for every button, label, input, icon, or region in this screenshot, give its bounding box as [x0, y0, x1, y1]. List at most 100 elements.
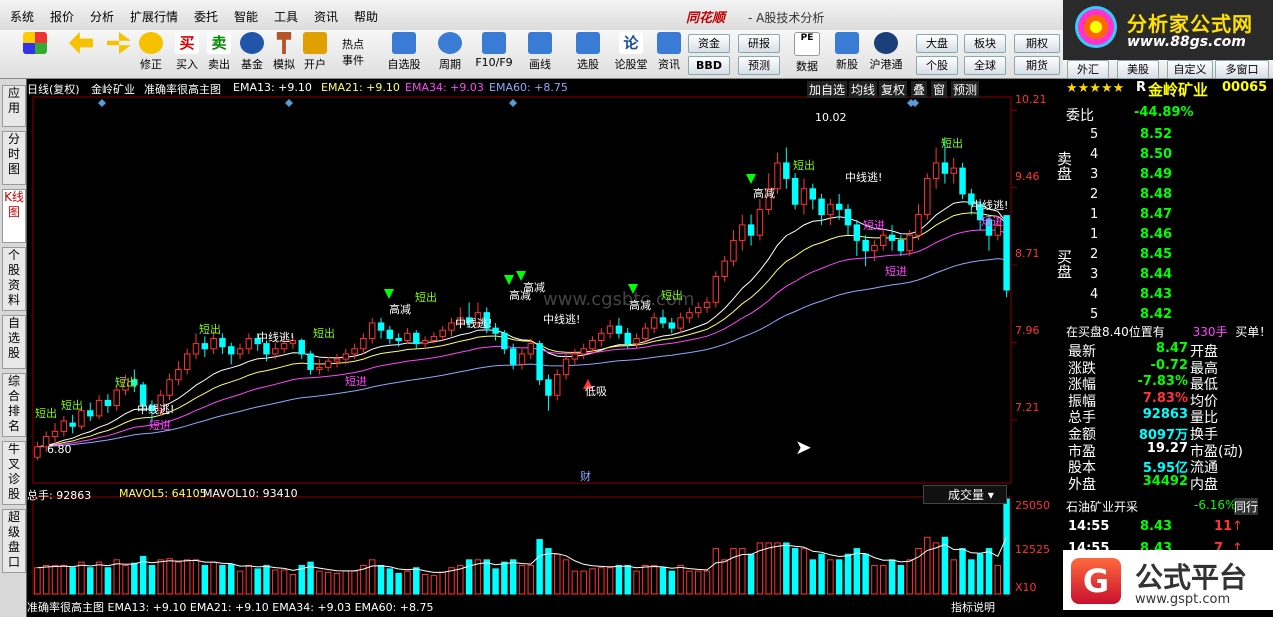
sell-level: 4 — [1090, 147, 1099, 162]
toolbar-stock-screen-button[interactable]: 选股 — [570, 32, 606, 72]
buy-level: 1 — [1090, 227, 1099, 242]
btn-index[interactable]: 大盘 — [916, 34, 958, 53]
btn-options[interactable]: 期权 — [1014, 34, 1060, 53]
toolbar-data-button[interactable]: PE 数据 — [790, 32, 824, 74]
toolbar-refresh-button[interactable]: 修正 — [136, 32, 166, 72]
candle-body — [333, 358, 341, 362]
forecast-button[interactable]: 预测 — [951, 81, 980, 98]
toolbar-forum-button[interactable]: 论论股堂 — [612, 32, 650, 72]
indicator-help-link[interactable]: 指标说明 — [951, 599, 995, 615]
buy-price: 8.42 — [1140, 307, 1173, 322]
order-note: 在买盘8.40位置有 330手 买单！ — [1066, 325, 1272, 339]
candle-body — [703, 301, 711, 308]
btn-bbd[interactable]: BBD — [688, 56, 730, 75]
down-arrow-marker — [504, 275, 514, 285]
toolbar-grid-button[interactable] — [20, 32, 50, 54]
tab-watchlist[interactable]: 自选股 — [2, 315, 26, 369]
tab-intraday[interactable]: 分时图 — [2, 131, 26, 185]
sell-price: 8.48 — [1140, 187, 1173, 202]
toolbar-sim-button[interactable]: 模拟 — [269, 32, 299, 72]
overlay-button[interactable]: 叠 — [911, 81, 928, 98]
toolbar-buy-button[interactable]: 买买入 — [172, 32, 202, 72]
toolbar-info-button[interactable]: 资讯 — [654, 32, 684, 72]
toolbar-open-account-button[interactable]: 开户 — [300, 32, 330, 72]
tab-peers[interactable]: 同行 — [1234, 498, 1259, 515]
signal-label: 短出 — [35, 407, 57, 420]
volume-bar — [368, 559, 376, 595]
signal-label: 中线逃! — [845, 171, 883, 184]
candle-body — [950, 167, 957, 174]
btn-forecast[interactable]: 预测 — [738, 56, 780, 75]
tab-stock-profile[interactable]: 个股资料 — [2, 247, 26, 311]
toolbar-ipo-button[interactable]: 新股 — [832, 32, 862, 72]
buy-price: 8.46 — [1140, 227, 1173, 242]
chart-period: 日线(复权) — [27, 83, 80, 96]
menu-smart[interactable]: 智能 — [234, 8, 258, 25]
menu-ext-quote[interactable]: 扩展行情 — [130, 8, 178, 25]
sector-name[interactable]: 石油矿业开采 — [1066, 498, 1138, 515]
volume-total: 总手: 92863 — [27, 489, 92, 502]
menu-system[interactable]: 系统 — [10, 8, 34, 25]
btn-us-stocks[interactable]: 美股 — [1117, 60, 1159, 79]
tab-diagnosis[interactable]: 牛叉诊股 — [2, 441, 26, 505]
btn-custom[interactable]: 自定义 — [1167, 60, 1213, 79]
tab-ranking[interactable]: 综合排名 — [2, 373, 26, 437]
tick-price: 8.43 — [1140, 519, 1173, 534]
kline-chart-svg — [32, 96, 1017, 595]
window-button[interactable]: 窗 — [931, 81, 948, 98]
volume-bar — [606, 567, 614, 595]
volume-bar — [580, 570, 587, 595]
ma-button[interactable]: 均线 — [849, 81, 878, 98]
vol-axis-2: 12525 — [1015, 543, 1050, 556]
toolbar-f10-button[interactable]: F10/F9 — [474, 32, 514, 69]
toolbar-period-button[interactable]: 周期 — [432, 32, 468, 72]
btn-global[interactable]: 全球 — [964, 56, 1006, 75]
btn-stock[interactable]: 个股 — [916, 56, 958, 75]
vol-axis-3: X10 — [1015, 581, 1037, 594]
candle-body — [880, 234, 887, 247]
sell-level: 1 — [1090, 207, 1099, 222]
menu-entrust[interactable]: 委托 — [194, 8, 218, 25]
sell-price: 8.52 — [1140, 127, 1173, 142]
btn-research[interactable]: 研报 — [738, 34, 780, 53]
toolbar-draw-button[interactable]: 画线 — [522, 32, 558, 72]
candle-body — [589, 340, 596, 350]
candle-body — [1003, 215, 1010, 291]
volume-bar — [421, 573, 429, 595]
volume-bar — [430, 575, 438, 595]
adjust-button[interactable]: 复权 — [879, 81, 908, 98]
volume-bar — [880, 564, 887, 595]
menu-tools[interactable]: 工具 — [274, 8, 298, 25]
volume-bar — [175, 561, 182, 595]
volume-bar — [545, 548, 552, 595]
btn-sector[interactable]: 板块 — [964, 34, 1006, 53]
btn-funds[interactable]: 资金 — [688, 34, 730, 53]
toolbar-back-button[interactable] — [66, 32, 96, 54]
doc-icon — [482, 32, 506, 54]
indicator-select[interactable]: 成交量 ▾ — [923, 485, 1007, 504]
volume-bar — [465, 559, 473, 595]
sell-side-label: 卖盘 — [1055, 151, 1073, 181]
menu-help[interactable]: 帮助 — [354, 8, 378, 25]
menu-quote[interactable]: 报价 — [50, 8, 74, 25]
toolbar-hk-connect-button[interactable]: 沪港通 — [866, 32, 906, 72]
volume-bar — [483, 559, 490, 595]
add-watchlist-button[interactable]: 加自选 — [807, 81, 848, 98]
btn-forex[interactable]: 外汇 — [1067, 60, 1109, 79]
menu-analysis[interactable]: 分析 — [90, 8, 114, 25]
btn-futures[interactable]: 期货 — [1014, 56, 1060, 75]
toolbar-sell-button[interactable]: 卖卖出 — [204, 32, 234, 72]
finance-marker[interactable]: 财 — [580, 468, 591, 484]
tab-kline[interactable]: K线图 — [2, 189, 26, 243]
tab-super-panel[interactable]: 超级盘口 — [2, 509, 26, 573]
toolbar-fund-button[interactable]: 基金 — [237, 32, 267, 72]
toolbar-watchlist-button[interactable]: 自选股 — [386, 32, 422, 72]
menu-news[interactable]: 资讯 — [314, 8, 338, 25]
btn-multi-window[interactable]: 多窗口 — [1215, 60, 1269, 79]
tab-apps[interactable]: 应用 — [2, 85, 26, 127]
toolbar-hot-events-button[interactable]: 热点事件 — [335, 32, 371, 68]
toolbar-updown-button[interactable] — [104, 32, 134, 54]
kline-chart-area[interactable]: 日线(复权) 金岭矿业 准确率很高主图 EMA13: +9.10 EMA21: … — [27, 79, 1063, 617]
toolbar-right: 外汇 美股 自定义 多窗口 — [1063, 60, 1273, 79]
signal-label: 短出 — [661, 289, 683, 302]
